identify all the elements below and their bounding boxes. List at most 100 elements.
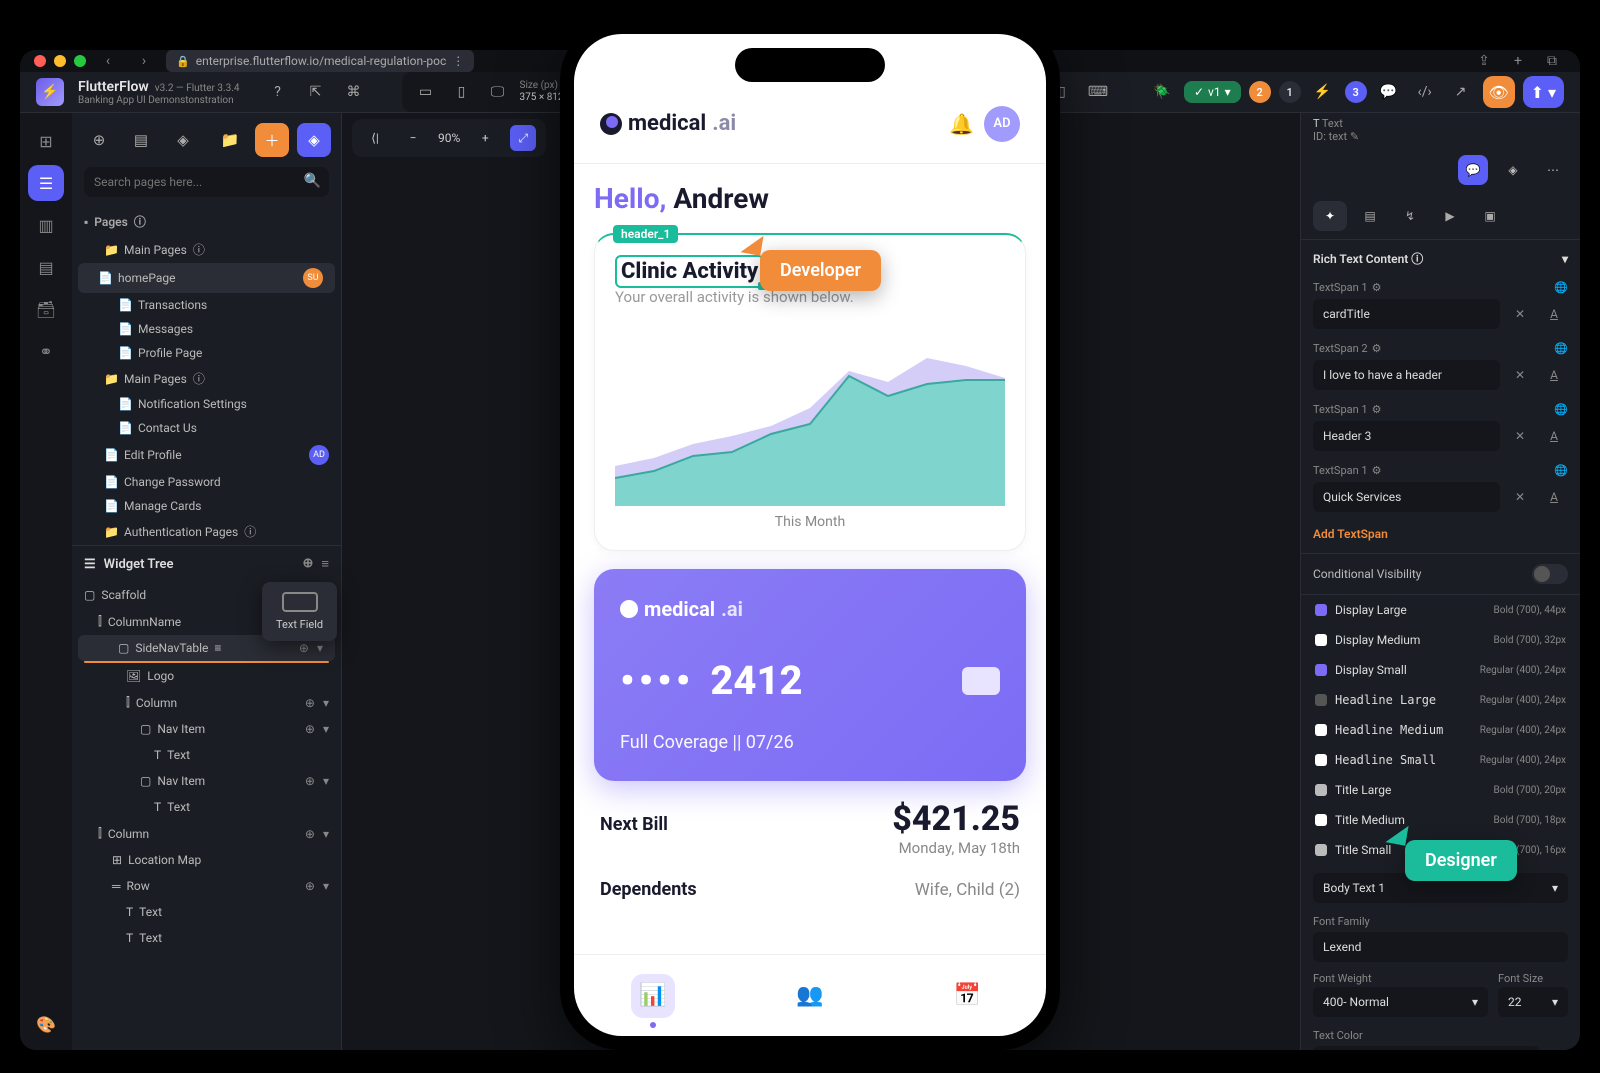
- drag-handle-icon[interactable]: ≡: [214, 641, 221, 655]
- span-3-input[interactable]: [1313, 421, 1500, 451]
- add-textspan-link[interactable]: Add TextSpan: [1301, 521, 1580, 553]
- run-button[interactable]: ⬆ ▾: [1523, 76, 1564, 108]
- tab-code-icon[interactable]: ▣: [1473, 201, 1507, 231]
- nav-back-icon[interactable]: ‹: [94, 50, 122, 72]
- span-4-input[interactable]: [1313, 482, 1500, 512]
- typo-title-medium[interactable]: Title MediumBold (700), 18px: [1301, 805, 1580, 835]
- diamond-icon[interactable]: ◈: [166, 123, 200, 157]
- lightning-icon[interactable]: ⚡: [1309, 78, 1337, 106]
- wt-navitem-2[interactable]: ▢Nav Item⊕▾: [72, 768, 341, 794]
- minimize-window-icon[interactable]: [54, 55, 66, 67]
- wt-locationmap[interactable]: ⊞Location Map: [72, 847, 341, 873]
- templates-button[interactable]: ◈: [297, 123, 331, 157]
- wt-column-2[interactable]: ⫿Column⊕▾: [72, 820, 341, 847]
- span-1-input[interactable]: [1313, 299, 1500, 329]
- clear-icon[interactable]: ✕: [1506, 298, 1534, 330]
- page-notification-settings[interactable]: 📄Notification Settings: [72, 392, 341, 416]
- wt-text-1[interactable]: TText: [72, 742, 341, 768]
- collapse-panel-icon[interactable]: ⟨|: [362, 125, 388, 151]
- folder-main-pages-2[interactable]: 📁Main Pages ⓘ: [72, 365, 341, 392]
- notif-orange-badge[interactable]: 2: [1249, 81, 1271, 103]
- text-style-icon[interactable]: A: [1540, 298, 1568, 330]
- page-transactions[interactable]: 📄Transactions: [72, 293, 341, 317]
- font-weight-select[interactable]: 400- Normal▾: [1313, 987, 1488, 1017]
- plus-icon[interactable]: +: [1504, 50, 1532, 72]
- rail-widgets-icon[interactable]: ▥: [28, 207, 64, 243]
- folder-auth-pages[interactable]: 📁Authentication Pages ⓘ: [72, 518, 341, 545]
- wt-text-4[interactable]: TText: [72, 925, 341, 951]
- tab-props-icon[interactable]: ✦: [1313, 201, 1347, 231]
- clear-icon[interactable]: ✕: [1506, 420, 1534, 452]
- wt-add-icon[interactable]: ⊕: [303, 556, 314, 572]
- external-link-icon[interactable]: ↗: [1447, 78, 1475, 106]
- rich-text-header[interactable]: Rich Text Content ⓘ▾: [1301, 240, 1580, 277]
- wt-column-1[interactable]: ⫿Column⊕▾: [72, 689, 341, 716]
- layers-icon[interactable]: ▤: [124, 123, 158, 157]
- page-contact-us[interactable]: 📄Contact Us: [72, 416, 341, 440]
- font-family-select[interactable]: Lexend: [1313, 932, 1568, 962]
- bell-icon[interactable]: 🔔: [949, 112, 974, 136]
- nav-forward-icon[interactable]: ›: [130, 50, 158, 72]
- chat-icon[interactable]: 💬: [1375, 78, 1403, 106]
- rail-data-icon[interactable]: ▤: [28, 249, 64, 285]
- text-color-input[interactable]: [1313, 1046, 1540, 1050]
- avatar[interactable]: AD: [984, 106, 1020, 142]
- share-project-icon[interactable]: ⇱: [302, 78, 330, 106]
- wt-navitem-1[interactable]: ▢Nav Item⊕▾: [72, 716, 341, 742]
- rail-dashboard-icon[interactable]: ⊞: [28, 123, 64, 159]
- span-2-input[interactable]: [1313, 360, 1500, 390]
- tab-actions-icon[interactable]: ↯: [1393, 201, 1427, 231]
- page-manage-cards[interactable]: 📄Manage Cards: [72, 494, 341, 518]
- typo-title-large[interactable]: Title LargeBold (700), 20px: [1301, 775, 1580, 805]
- clear-icon[interactable]: ✕: [1506, 359, 1534, 391]
- selected-text[interactable]: Clinic Activity: [615, 255, 764, 288]
- page-homepage[interactable]: 📄homePageSU: [78, 263, 335, 293]
- help-icon[interactable]: ?: [264, 78, 292, 106]
- phone-device-icon[interactable]: ▭: [412, 78, 440, 106]
- rail-theme-icon[interactable]: 🎨: [28, 1006, 64, 1042]
- text-style-icon[interactable]: A: [1540, 420, 1568, 452]
- fit-canvas-icon[interactable]: ⤢: [510, 125, 536, 151]
- typo-headline-medium[interactable]: Headline MediumRegular (400), 24px: [1301, 715, 1580, 745]
- tab-layout-icon[interactable]: ▤: [1353, 201, 1387, 231]
- tab-activity-icon[interactable]: 📊: [631, 974, 675, 1018]
- typo-headline-small[interactable]: Headline SmallRegular (400), 24px: [1301, 745, 1580, 775]
- tablet-device-icon[interactable]: ▯: [448, 78, 476, 106]
- rail-settings-icon[interactable]: ⚙: [28, 1048, 64, 1050]
- page-edit-profile[interactable]: 📄Edit ProfileAD: [72, 440, 341, 470]
- tabs-icon[interactable]: ⧉: [1538, 50, 1566, 72]
- code-icon[interactable]: ‹/›: [1411, 78, 1439, 106]
- close-window-icon[interactable]: [34, 55, 46, 67]
- wt-logo[interactable]: 🖼Logo: [72, 663, 341, 689]
- url-bar[interactable]: 🔒 enterprise.flutterflow.io/medical-regu…: [166, 50, 474, 72]
- keyboard-icon[interactable]: ⌨: [1084, 78, 1112, 106]
- folder-add-icon[interactable]: 📁: [213, 123, 247, 157]
- clear-icon[interactable]: ✕: [1506, 481, 1534, 513]
- folder-main-pages-1[interactable]: 📁Main Pages ⓘ: [72, 236, 341, 263]
- inspector-diamond-icon[interactable]: ◈: [1498, 155, 1528, 185]
- search-input[interactable]: [84, 167, 329, 197]
- wt-text-2[interactable]: TText: [72, 794, 341, 820]
- widget-palette-icon[interactable]: ⊕: [82, 123, 116, 157]
- tab-calendar-icon[interactable]: 📅: [945, 974, 989, 1018]
- wt-settings-icon[interactable]: ≡: [321, 556, 329, 572]
- zoom-out-icon[interactable]: −: [400, 125, 426, 151]
- bug-icon[interactable]: 🪲: [1148, 78, 1176, 106]
- font-size-select[interactable]: 22▾: [1498, 987, 1568, 1017]
- text-style-icon[interactable]: A: [1540, 359, 1568, 391]
- inspector-chat-icon[interactable]: 💬: [1458, 155, 1488, 185]
- add-page-button[interactable]: ＋: [255, 123, 289, 157]
- inspector-more-icon[interactable]: ⋯: [1538, 155, 1568, 185]
- rail-storage-icon[interactable]: 🗃: [28, 291, 64, 327]
- rail-pages-icon[interactable]: ☰: [28, 165, 64, 201]
- notif-purple-badge[interactable]: 3: [1345, 81, 1367, 103]
- notif-grey-badge[interactable]: 1: [1279, 81, 1301, 103]
- tab-animate-icon[interactable]: ▶: [1433, 201, 1467, 231]
- page-profile[interactable]: 📄Profile Page: [72, 341, 341, 365]
- wt-row[interactable]: ═Row⊕▾: [72, 873, 341, 899]
- typo-headline-large[interactable]: Headline LargeRegular (400), 24px: [1301, 685, 1580, 715]
- page-messages[interactable]: 📄Messages: [72, 317, 341, 341]
- command-icon[interactable]: ⌘: [340, 78, 368, 106]
- insurance-card[interactable]: medical.ai •••• 2412 Full Coverage || 07…: [594, 569, 1026, 781]
- typo-display-medium[interactable]: Display MediumBold (700), 32px: [1301, 625, 1580, 655]
